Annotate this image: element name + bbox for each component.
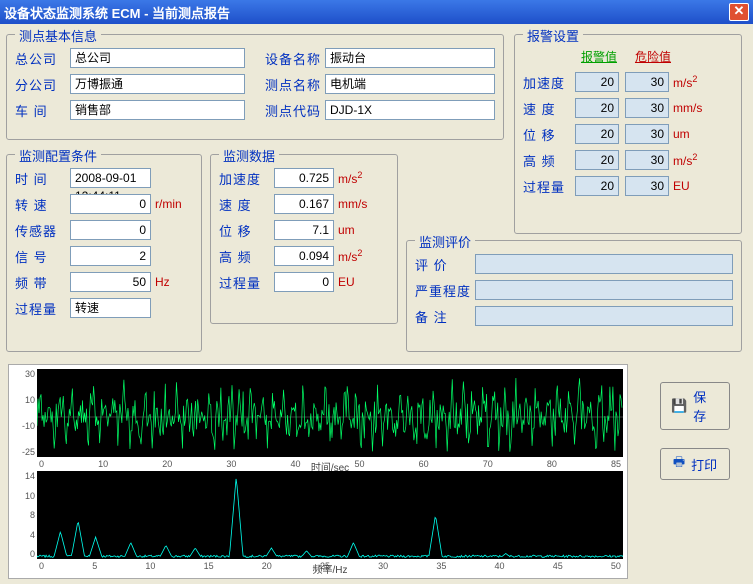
group-eval: 监测评价 评 价 严重程度 备 注 — [406, 240, 742, 352]
measure-unit-2: um — [338, 223, 355, 237]
measure-unit-3: m/s2 — [338, 248, 362, 264]
alarm-lbl-2: 位 移 — [523, 125, 575, 144]
lbl-fen: 分公司 — [15, 75, 70, 94]
config-lbl-0: 时 间 — [15, 169, 70, 188]
group-basic-legend: 测点基本信息 — [15, 26, 101, 45]
config-val-5[interactable]: 转速 — [70, 298, 151, 318]
alarm-lbl-0: 加速度 — [523, 73, 575, 92]
window-title: 设备状态监测系统 ECM - 当前测点报告 — [4, 3, 729, 22]
field-che[interactable]: 销售部 — [70, 100, 245, 120]
alarm-val-0[interactable]: 20 — [575, 72, 619, 92]
field-pj[interactable] — [475, 254, 733, 274]
save-label: 保存 — [693, 387, 719, 425]
print-icon: 🖶 — [673, 453, 685, 475]
measure-val-3[interactable]: 0.094 — [274, 246, 334, 266]
config-lbl-3: 信 号 — [15, 247, 70, 266]
group-measure: 监测数据 加速度 0.725 m/s2速 度 0.167 mm/s位 移 7.1… — [210, 154, 398, 324]
alarm-val-3[interactable]: 20 — [575, 150, 619, 170]
group-eval-legend: 监测评价 — [415, 232, 475, 251]
config-lbl-1: 转 速 — [15, 195, 70, 214]
measure-val-1[interactable]: 0.167 — [274, 194, 334, 214]
time-waveform-chart: 3010-10-25 0102030405060708085 — [37, 369, 623, 457]
alarm-lbl-1: 速 度 — [523, 99, 575, 118]
lbl-sbmc: 设备名称 — [265, 49, 325, 68]
measure-unit-1: mm/s — [338, 197, 367, 211]
alarm-val-2[interactable]: 20 — [575, 124, 619, 144]
lbl-cddm: 测点代码 — [265, 101, 325, 120]
field-yz[interactable] — [475, 280, 733, 300]
danger-val-0[interactable]: 30 — [625, 72, 669, 92]
group-basic-info: 测点基本信息 总公司总公司 分公司万博振通 车 间销售部 设备名称振动台 测点名… — [6, 34, 504, 140]
config-unit-1: r/min — [155, 197, 193, 211]
alarm-unit-3: m/s2 — [673, 152, 697, 168]
config-lbl-5: 过程量 — [15, 299, 70, 318]
config-val-0[interactable]: 2008-09-01 12:44:11 — [70, 168, 151, 188]
title-bar: 设备状态监测系统 ECM - 当前测点报告 ✕ — [0, 0, 753, 24]
measure-unit-4: EU — [338, 275, 355, 289]
lbl-bz: 备 注 — [415, 307, 475, 326]
hdr-danger: 危险值 — [629, 48, 677, 65]
measure-val-4[interactable]: 0 — [274, 272, 334, 292]
alarm-unit-0: m/s2 — [673, 74, 697, 90]
field-cdmc[interactable]: 电机端 — [325, 74, 495, 94]
measure-val-0[interactable]: 0.725 — [274, 168, 334, 188]
measure-lbl-4: 过程量 — [219, 273, 274, 292]
alarm-lbl-4: 过程量 — [523, 177, 575, 196]
button-panel: 💾 保存 🖶 打印 — [660, 382, 730, 480]
field-sbmc[interactable]: 振动台 — [325, 48, 495, 68]
danger-val-1[interactable]: 30 — [625, 98, 669, 118]
measure-lbl-0: 加速度 — [219, 169, 274, 188]
group-alarm-legend: 报警设置 — [523, 26, 583, 45]
group-config: 监测配置条件 时 间 2008-09-01 12:44:11 转 速 0 r/m… — [6, 154, 202, 352]
chart-panel: 3010-10-25 0102030405060708085 时间/sec 14… — [8, 364, 628, 579]
chart2-xlabel: 频率/Hz — [313, 561, 348, 576]
lbl-che: 车 间 — [15, 101, 70, 120]
alarm-unit-2: um — [673, 127, 690, 141]
field-fen[interactable]: 万博振通 — [70, 74, 245, 94]
group-config-legend: 监测配置条件 — [15, 146, 101, 165]
config-unit-4: Hz — [155, 275, 193, 289]
print-button[interactable]: 🖶 打印 — [660, 448, 730, 480]
close-button[interactable]: ✕ — [729, 3, 749, 21]
save-button[interactable]: 💾 保存 — [660, 382, 730, 430]
config-val-1[interactable]: 0 — [70, 194, 151, 214]
spectrum-chart: 1410840 05101520253035404550 — [37, 471, 623, 559]
danger-val-4[interactable]: 30 — [625, 176, 669, 196]
hdr-alarm: 报警值 — [575, 48, 623, 65]
danger-val-3[interactable]: 30 — [625, 150, 669, 170]
alarm-lbl-3: 高 频 — [523, 151, 575, 170]
alarm-val-4[interactable]: 20 — [575, 176, 619, 196]
alarm-unit-1: mm/s — [673, 101, 702, 115]
lbl-cdmc: 测点名称 — [265, 75, 325, 94]
field-cddm[interactable]: DJD-1X — [325, 100, 495, 120]
config-val-3[interactable]: 2 — [70, 246, 151, 266]
group-alarm: 报警设置 报警值 危险值 加速度 20 30 m/s2速 度 20 30 mm/… — [514, 34, 742, 234]
measure-lbl-1: 速 度 — [219, 195, 274, 214]
lbl-zong: 总公司 — [15, 49, 70, 68]
lbl-yz: 严重程度 — [415, 281, 475, 300]
measure-lbl-3: 高 频 — [219, 247, 274, 266]
field-zong[interactable]: 总公司 — [70, 48, 245, 68]
measure-lbl-2: 位 移 — [219, 221, 274, 240]
group-measure-legend: 监测数据 — [219, 146, 279, 165]
alarm-val-1[interactable]: 20 — [575, 98, 619, 118]
config-val-2[interactable]: 0 — [70, 220, 151, 240]
measure-unit-0: m/s2 — [338, 170, 362, 186]
lbl-pj: 评 价 — [415, 255, 475, 274]
measure-val-2[interactable]: 7.1 — [274, 220, 334, 240]
config-lbl-4: 频 带 — [15, 273, 70, 292]
field-bz[interactable] — [475, 306, 733, 326]
save-icon: 💾 — [671, 398, 687, 414]
config-lbl-2: 传感器 — [15, 221, 70, 240]
config-val-4[interactable]: 50 — [70, 272, 151, 292]
alarm-unit-4: EU — [673, 179, 690, 193]
danger-val-2[interactable]: 30 — [625, 124, 669, 144]
print-label: 打印 — [691, 455, 717, 474]
